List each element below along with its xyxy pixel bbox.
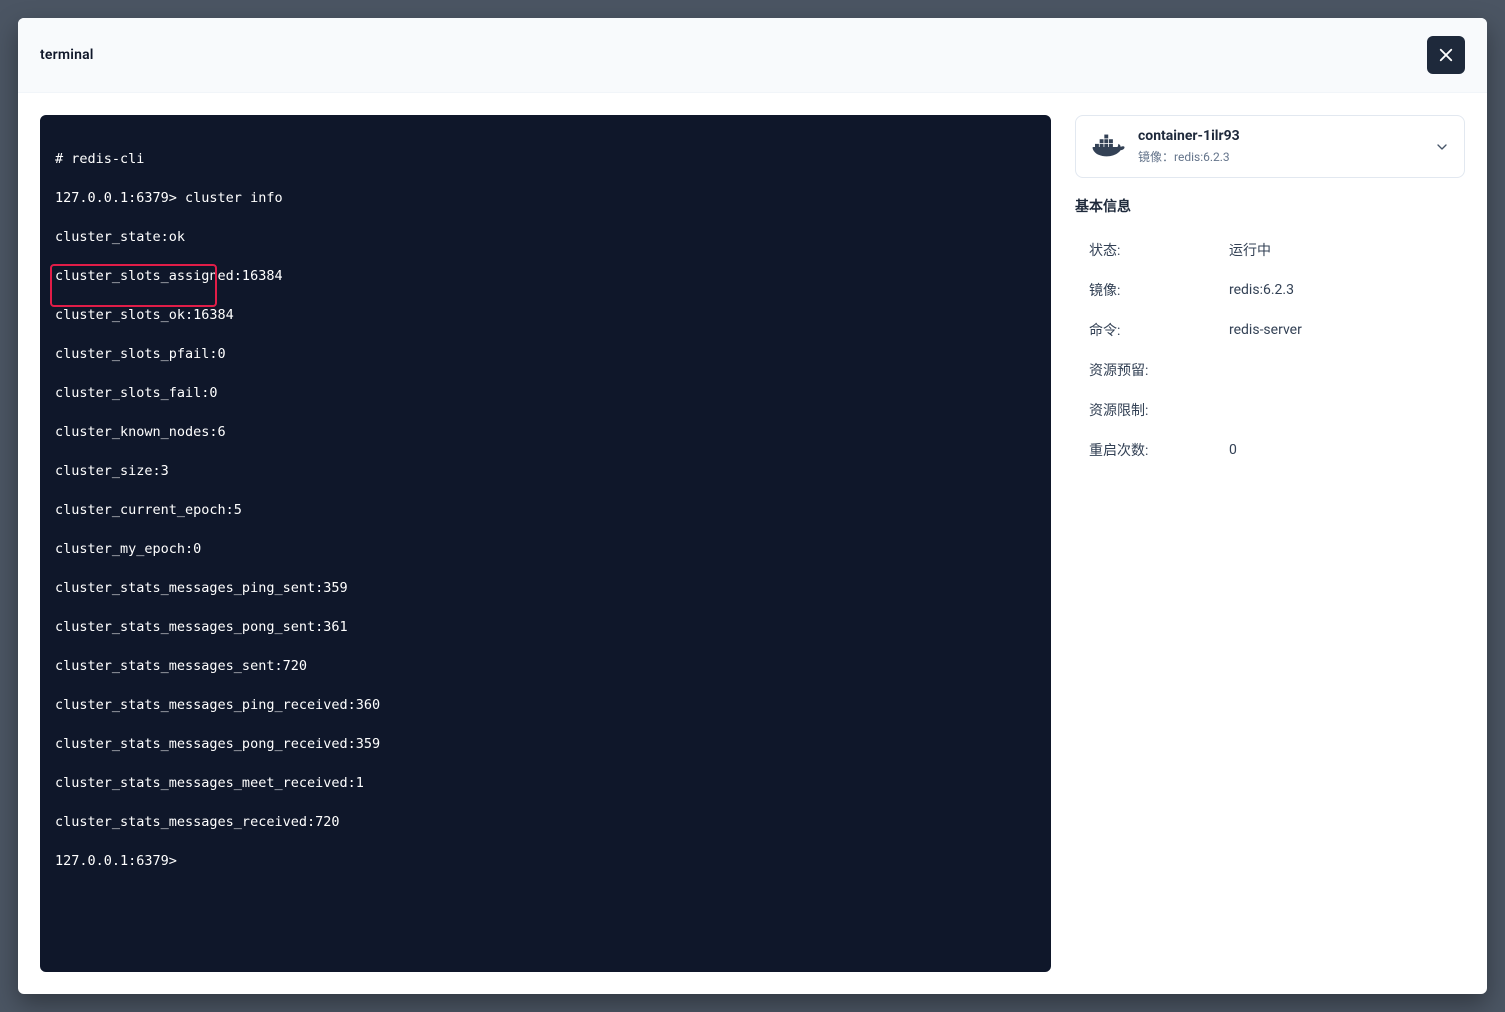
terminal-line: 127.0.0.1:6379> — [55, 852, 1036, 872]
container-card-left: container-1ilr93 镜像：redis:6.2.3 — [1090, 128, 1240, 165]
container-name: container-1ilr93 — [1138, 128, 1240, 144]
terminal-line: cluster_stats_messages_meet_received:1 — [55, 774, 1036, 794]
terminal-line: cluster_slots_assigned:16384 — [55, 267, 1036, 287]
info-label: 状态: — [1089, 240, 1229, 260]
terminal-line: 127.0.0.1:6379> cluster info — [55, 189, 1036, 209]
terminal-line: cluster_my_epoch:0 — [55, 540, 1036, 560]
terminal-line: cluster_stats_messages_ping_sent:359 — [55, 579, 1036, 599]
info-label: 命令: — [1089, 320, 1229, 340]
modal-title: terminal — [40, 47, 94, 63]
terminal-line: cluster_current_epoch:5 — [55, 501, 1036, 521]
info-row-limit: 资源限制: — [1089, 400, 1451, 420]
terminal-line: cluster_stats_messages_sent:720 — [55, 657, 1036, 677]
terminal-line: cluster_known_nodes:6 — [55, 423, 1036, 443]
terminal-line: cluster_state:ok — [55, 228, 1036, 248]
info-label: 重启次数: — [1089, 440, 1229, 460]
modal-body: # redis-cli 127.0.0.1:6379> cluster info… — [18, 93, 1487, 994]
info-row-status: 状态: 运行中 — [1089, 240, 1451, 260]
docker-icon — [1090, 133, 1128, 161]
terminal-modal: terminal # redis-cli 127.0.0.1:6379> clu… — [18, 18, 1487, 994]
terminal-line: cluster_stats_messages_pong_received:359 — [55, 735, 1036, 755]
info-value: redis-server — [1229, 322, 1302, 338]
chevron-down-icon — [1434, 139, 1450, 155]
info-value: 运行中 — [1229, 240, 1271, 260]
terminal-line: cluster_slots_pfail:0 — [55, 345, 1036, 365]
side-panel: container-1ilr93 镜像：redis:6.2.3 基本信息 状态:… — [1075, 115, 1465, 972]
close-button[interactable] — [1427, 36, 1465, 74]
info-row-image: 镜像: redis:6.2.3 — [1089, 280, 1451, 300]
terminal-line: cluster_stats_messages_received:720 — [55, 813, 1036, 833]
info-value: 0 — [1229, 442, 1237, 458]
terminal-line: # redis-cli — [55, 150, 1036, 170]
terminal-line: cluster_stats_messages_pong_sent:361 — [55, 618, 1036, 638]
info-row-command: 命令: redis-server — [1089, 320, 1451, 340]
terminal-line: cluster_slots_fail:0 — [55, 384, 1036, 404]
info-list: 状态: 运行中 镜像: redis:6.2.3 命令: redis-server… — [1075, 234, 1465, 466]
close-icon — [1437, 46, 1455, 64]
terminal-line: cluster_stats_messages_ping_received:360 — [55, 696, 1036, 716]
info-label: 资源预留: — [1089, 360, 1229, 380]
info-value: redis:6.2.3 — [1229, 282, 1294, 298]
info-label: 镜像: — [1089, 280, 1229, 300]
container-image: 镜像：redis:6.2.3 — [1138, 148, 1240, 165]
terminal-line: cluster_size:3 — [55, 462, 1036, 482]
info-section-title: 基本信息 — [1075, 196, 1465, 216]
container-card[interactable]: container-1ilr93 镜像：redis:6.2.3 — [1075, 115, 1465, 178]
info-label: 资源限制: — [1089, 400, 1229, 420]
info-row-restarts: 重启次数: 0 — [1089, 440, 1451, 460]
terminal-output[interactable]: # redis-cli 127.0.0.1:6379> cluster info… — [40, 115, 1051, 972]
info-row-reserved: 资源预留: — [1089, 360, 1451, 380]
modal-header: terminal — [18, 18, 1487, 93]
terminal-line: cluster_slots_ok:16384 — [55, 306, 1036, 326]
